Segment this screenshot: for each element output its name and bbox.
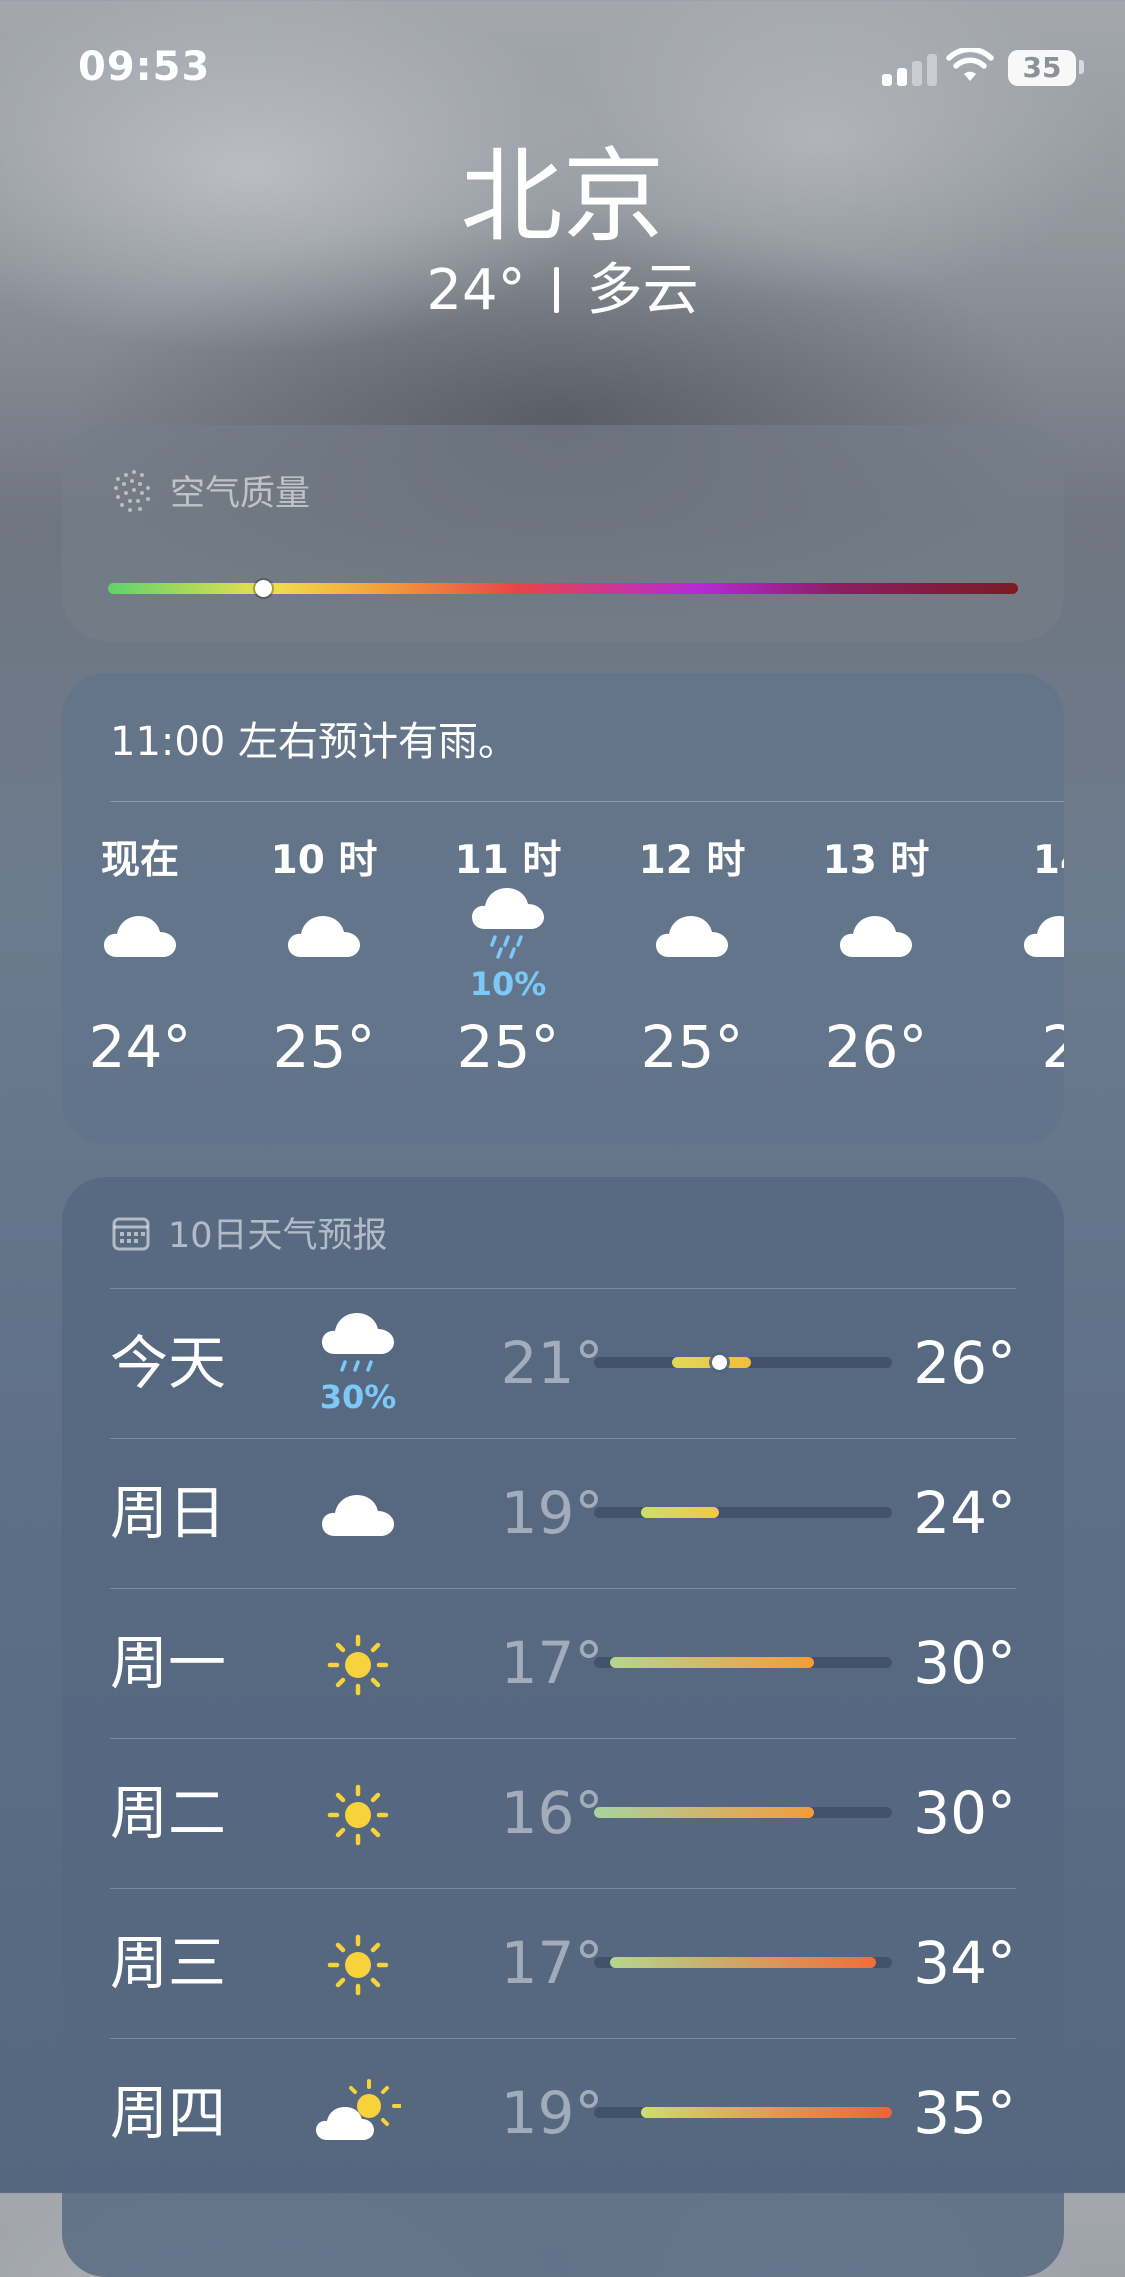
hour-column[interactable]: 10 时 25° — [244, 835, 404, 1087]
current-condition: 多云 — [586, 258, 699, 323]
hourly-forecast-card[interactable]: 11:00 左右预计有雨。 现在 24° 10 时 25° 11 时 10% 2… — [62, 673, 1064, 1145]
hour-column[interactable]: 13 时 26° — [796, 835, 956, 1087]
temperature-range-track — [594, 1957, 892, 1968]
day-row[interactable]: 周日 19° 24° — [62, 1438, 1064, 1588]
hour-label: 现在 — [100, 838, 179, 883]
air-quality-header: 空气质量 — [112, 465, 310, 516]
air-quality-title: 空气质量 — [170, 474, 311, 514]
calendar-icon — [112, 1217, 150, 1250]
cloud-rain-icon — [472, 888, 544, 959]
day-name: 周一 — [110, 1629, 227, 1697]
temperature-range-fill — [609, 1957, 877, 1968]
cloud-icon — [1024, 916, 1064, 957]
ten-day-header: 10日天气预报 — [112, 1207, 388, 1258]
day-row[interactable]: 周四 19° 35° — [62, 2038, 1064, 2188]
day-name: 周四 — [110, 2079, 227, 2147]
temperature-range-track — [594, 2107, 892, 2118]
hour-temperature: 25° — [272, 1013, 376, 1081]
day-row[interactable]: 周三 17° 34° — [62, 1888, 1064, 2038]
hour-column[interactable]: 14 2 — [980, 835, 1064, 1087]
battery-icon: 35 — [1008, 50, 1076, 86]
air-quality-scale — [108, 580, 1018, 597]
hour-temperature: 26° — [824, 1013, 928, 1081]
high-temperature: 30° — [913, 1779, 1016, 1847]
hour-column[interactable]: 11 时 10% 25° — [428, 835, 588, 1087]
sun-cloud-icon — [316, 2079, 401, 2140]
day-row[interactable]: 周二 16° 30° — [62, 1738, 1064, 1888]
battery-tip — [1079, 60, 1084, 74]
day-name: 今天 — [110, 1329, 227, 1397]
status-time: 09:53 — [78, 44, 211, 90]
day-row[interactable]: 周一 17° 30° — [62, 1588, 1064, 1738]
hour-label: 12 时 — [638, 838, 746, 883]
precipitation-chance: 10% — [469, 965, 547, 1003]
cloud-icon — [656, 916, 728, 957]
temperature-range-fill — [609, 1657, 814, 1668]
city-name: 北京 — [460, 138, 665, 257]
high-temperature: 24° — [913, 1479, 1016, 1547]
weather-summary: 24° 多云 — [0, 256, 1125, 326]
cellular-signal-icon — [882, 52, 940, 86]
sun-icon — [327, 1784, 389, 1846]
wifi-icon — [946, 48, 994, 81]
air-quality-indicator — [254, 580, 272, 597]
high-temperature: 26° — [913, 1329, 1016, 1397]
hour-temperature: 25° — [640, 1013, 744, 1081]
hour-column[interactable]: 12 时 25° — [612, 835, 772, 1087]
air-quality-dots-icon — [114, 469, 150, 512]
cloud-icon — [288, 916, 360, 957]
cloud-rain-icon — [322, 1313, 394, 1372]
hour-label: 14 — [1032, 838, 1064, 883]
temperature-range-fill — [641, 1507, 720, 1518]
day-name: 周三 — [110, 1929, 227, 1997]
temperature-range-track — [594, 1355, 892, 1370]
hour-label: 13 时 — [822, 838, 930, 883]
precipitation-chance: 30% — [319, 1378, 397, 1416]
high-temperature: 30° — [913, 1629, 1016, 1697]
cloud-icon — [104, 916, 176, 957]
high-temperature: 34° — [913, 1929, 1016, 1997]
air-quality-card[interactable]: 空气质量 — [62, 425, 1064, 641]
cloud-icon — [322, 1495, 394, 1536]
hour-temperature: 25° — [456, 1013, 560, 1081]
summary-separator — [553, 267, 559, 313]
hour-temperature: 24° — [88, 1013, 192, 1081]
hour-temperature: 2 — [1041, 1013, 1064, 1081]
sun-icon — [327, 1634, 389, 1696]
day-row[interactable]: 今天 30% 21° 26° — [62, 1288, 1064, 1438]
current-temperature: 24° — [426, 258, 526, 323]
cloud-icon — [840, 916, 912, 957]
hour-column[interactable]: 现在 24° — [62, 835, 220, 1087]
hour-label: 11 时 — [454, 838, 562, 883]
temperature-range-fill — [594, 1807, 814, 1818]
rain-forecast-note: 11:00 左右预计有雨。 — [110, 719, 518, 765]
ten-day-title: 10日天气预报 — [168, 1216, 388, 1256]
temperature-range-track — [594, 1657, 892, 1668]
temperature-range-fill — [641, 2107, 892, 2118]
sun-icon — [327, 1934, 389, 1996]
hour-label: 10 时 — [270, 838, 378, 883]
day-name: 周二 — [110, 1779, 227, 1847]
ten-day-forecast-card[interactable]: 10日天气预报 今天 30% 21° 26° 周日 19° 24° 周一 17°… — [62, 1177, 1064, 2277]
temperature-range-track — [594, 1507, 892, 1518]
hourly-divider — [110, 801, 1064, 802]
day-name: 周日 — [110, 1479, 227, 1547]
temperature-range-track — [594, 1807, 892, 1818]
high-temperature: 35° — [913, 2079, 1016, 2147]
